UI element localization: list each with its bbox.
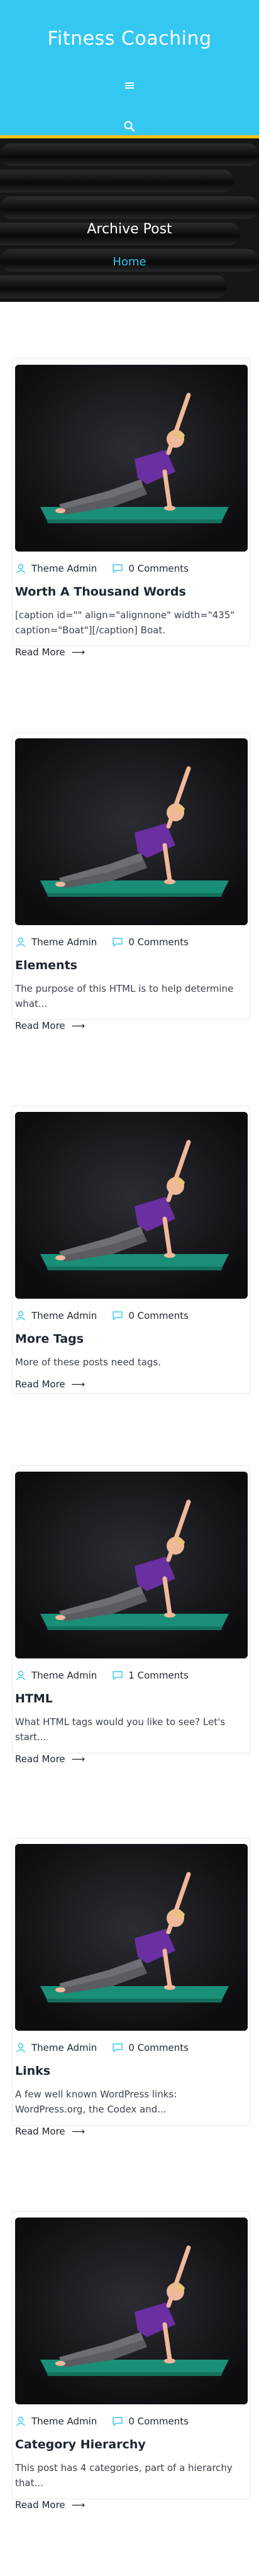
- excerpt-line: that...: [15, 2477, 43, 2489]
- excerpt-line: A few well known WordPress links:: [15, 2089, 177, 2100]
- comment-icon: [113, 2043, 123, 2053]
- post-title[interactable]: HTML: [15, 1692, 53, 1706]
- read-more-link[interactable]: Read More ⟶: [15, 1020, 85, 1031]
- post-meta: Theme Admin 0 Comments: [15, 2040, 189, 2055]
- post-thumbnail[interactable]: [15, 1112, 248, 1299]
- post-meta: Theme Admin 0 Comments: [15, 2414, 189, 2429]
- post-meta: Theme Admin 1 Comments: [15, 1668, 189, 1683]
- read-more-label: Read More: [15, 1020, 65, 1031]
- comment-icon: [113, 1671, 123, 1680]
- user-icon: [16, 2043, 26, 2053]
- archive-banner: Archive Post Home: [0, 138, 259, 302]
- post-author[interactable]: Theme Admin: [31, 2416, 97, 2427]
- comment-icon: [113, 2417, 123, 2426]
- post-thumbnail[interactable]: [15, 1844, 248, 2031]
- yoga-photo: [15, 2218, 248, 2404]
- post-title[interactable]: Links: [15, 2064, 50, 2078]
- post-comment-count[interactable]: 0 Comments: [128, 2042, 189, 2053]
- excerpt-line: start...: [15, 1731, 47, 1743]
- arrow-right-icon: ⟶: [71, 1753, 85, 1765]
- arrow-right-icon: ⟶: [71, 1379, 85, 1390]
- post-excerpt: What HTML tags would you like to see? Le…: [15, 1714, 238, 1745]
- post-author[interactable]: Theme Admin: [31, 1310, 97, 1321]
- user-icon: [16, 1311, 26, 1321]
- arrow-right-icon: ⟶: [71, 2499, 85, 2511]
- excerpt-line: [caption id="" align="alignnone" width="…: [15, 609, 235, 621]
- breadcrumb-home-link[interactable]: Home: [0, 255, 259, 269]
- post-author[interactable]: Theme Admin: [31, 563, 97, 574]
- site-header: Fitness Coaching: [0, 0, 259, 138]
- user-icon: [16, 564, 26, 574]
- search-icon[interactable]: [120, 117, 139, 136]
- yoga-photo: [15, 738, 248, 925]
- read-more-label: Read More: [15, 2499, 65, 2511]
- post-title[interactable]: Category Hierarchy: [15, 2438, 146, 2451]
- excerpt-line: More of these posts need tags.: [15, 1357, 162, 1368]
- comment-icon: [113, 1311, 123, 1321]
- post-excerpt: More of these posts need tags.: [15, 1355, 238, 1370]
- excerpt-line: WordPress.org, the Codex and...: [15, 2104, 167, 2115]
- post-comment-count[interactable]: 1 Comments: [128, 1670, 189, 1681]
- user-icon: [16, 2416, 26, 2426]
- excerpt-line: The purpose of this HTML is to help dete…: [15, 983, 234, 994]
- post-card: Theme Admin 0 Comments Category Hierarch…: [12, 2211, 250, 2511]
- post-author[interactable]: Theme Admin: [31, 2042, 97, 2053]
- hamburger-menu-icon[interactable]: [120, 76, 139, 95]
- yoga-photo: [15, 1472, 248, 1658]
- comment-icon: [113, 564, 123, 574]
- site-title[interactable]: Fitness Coaching: [0, 0, 259, 50]
- arrow-right-icon: ⟶: [71, 1020, 85, 1031]
- post-card: Theme Admin 1 Comments HTML What HTML ta…: [12, 1465, 250, 1765]
- yoga-photo: [15, 1844, 248, 2031]
- read-more-link[interactable]: Read More ⟶: [15, 2499, 85, 2511]
- post-card: Theme Admin 0 Comments Worth A Thousand …: [12, 358, 250, 658]
- post-excerpt: [caption id="" align="alignnone" width="…: [15, 608, 238, 638]
- post-thumbnail[interactable]: [15, 365, 248, 552]
- post-comment-count[interactable]: 0 Comments: [128, 1310, 189, 1321]
- read-more-link[interactable]: Read More ⟶: [15, 647, 85, 658]
- read-more-link[interactable]: Read More ⟶: [15, 1753, 85, 1765]
- excerpt-line: caption="Boat"][/caption] Boat.: [15, 625, 165, 636]
- post-thumbnail[interactable]: [15, 1472, 248, 1658]
- post-card: Theme Admin 0 Comments More Tags More of…: [12, 1106, 250, 1394]
- yoga-photo: [15, 1112, 248, 1299]
- post-excerpt: This post has 4 categories, part of a hi…: [15, 2460, 238, 2490]
- read-more-link[interactable]: Read More ⟶: [15, 1379, 85, 1390]
- post-card: Theme Admin 0 Comments Links A few well …: [12, 1838, 250, 2137]
- excerpt-line: This post has 4 categories, part of a hi…: [15, 2462, 233, 2473]
- yoga-photo: [15, 365, 248, 552]
- arrow-right-icon: ⟶: [71, 2126, 85, 2137]
- page-title: Archive Post: [87, 221, 172, 237]
- post-title[interactable]: More Tags: [15, 1332, 84, 1346]
- post-card: Theme Admin 0 Comments Elements The purp…: [12, 732, 250, 1031]
- post-meta: Theme Admin 0 Comments: [15, 1308, 189, 1323]
- banner-overlay: [0, 138, 259, 302]
- post-author[interactable]: Theme Admin: [31, 1670, 97, 1681]
- read-more-label: Read More: [15, 1753, 65, 1765]
- read-more-link[interactable]: Read More ⟶: [15, 2126, 85, 2137]
- user-icon: [16, 1670, 26, 1680]
- post-excerpt: A few well known WordPress links: WordPre…: [15, 2087, 238, 2117]
- post-thumbnail[interactable]: [15, 738, 248, 925]
- post-comment-count[interactable]: 0 Comments: [128, 936, 189, 948]
- post-author[interactable]: Theme Admin: [31, 936, 97, 948]
- excerpt-line: What HTML tags would you like to see? Le…: [15, 1716, 226, 1728]
- excerpt-line: what...: [15, 998, 48, 1009]
- comment-icon: [113, 938, 123, 947]
- post-comment-count[interactable]: 0 Comments: [128, 2416, 189, 2427]
- post-meta: Theme Admin 0 Comments: [15, 935, 189, 950]
- read-more-label: Read More: [15, 1379, 65, 1390]
- post-title[interactable]: Worth A Thousand Words: [15, 585, 186, 599]
- read-more-label: Read More: [15, 2126, 65, 2137]
- post-comment-count[interactable]: 0 Comments: [128, 563, 189, 574]
- post-title[interactable]: Elements: [15, 958, 77, 972]
- post-excerpt: The purpose of this HTML is to help dete…: [15, 981, 238, 1011]
- post-meta: Theme Admin 0 Comments: [15, 561, 189, 576]
- arrow-right-icon: ⟶: [71, 647, 85, 658]
- post-thumbnail[interactable]: [15, 2218, 248, 2404]
- user-icon: [16, 937, 26, 947]
- read-more-label: Read More: [15, 647, 65, 658]
